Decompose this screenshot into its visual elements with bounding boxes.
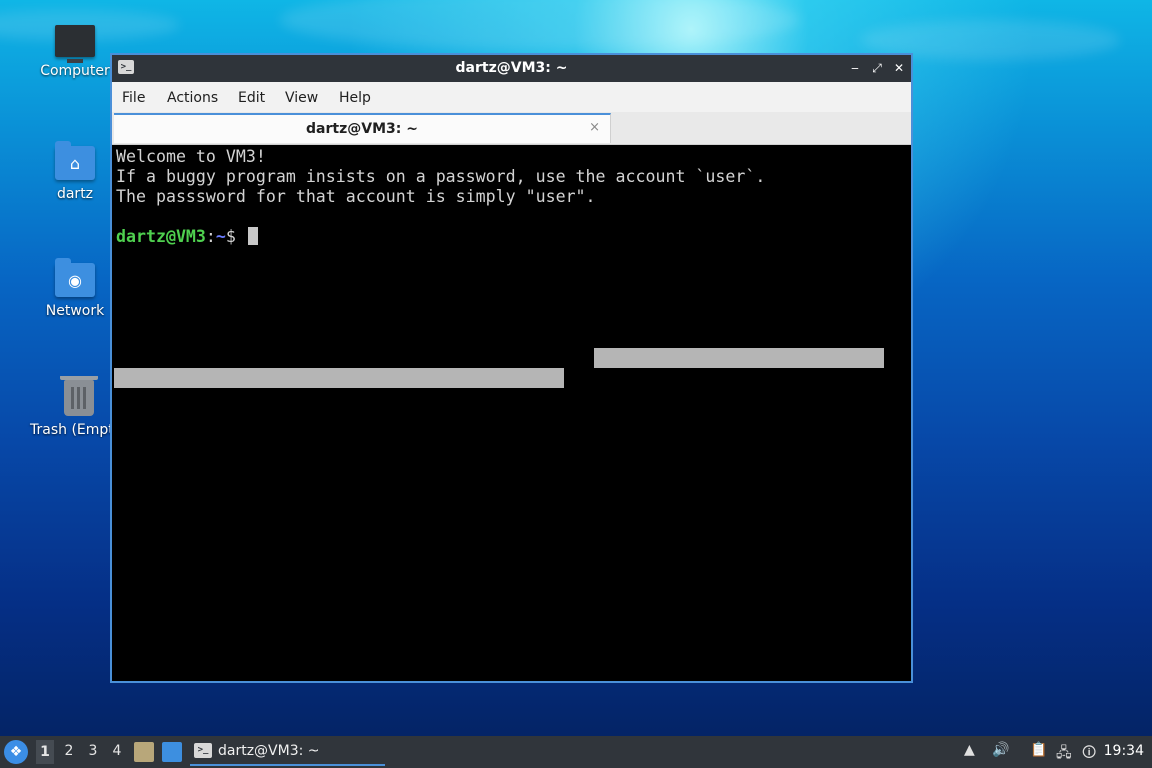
tray-expand-icon[interactable]: ▲ <box>964 742 975 758</box>
menu-file[interactable]: File <box>122 90 145 106</box>
maximize-button[interactable]: ⤢ <box>869 60 885 76</box>
computer-icon <box>55 25 95 63</box>
start-menu-button[interactable]: ❖ <box>4 740 28 764</box>
home-folder-icon: ⌂ <box>55 141 95 180</box>
trash-icon <box>60 376 98 416</box>
network-icon[interactable]: 🖧 <box>1056 742 1072 766</box>
clock[interactable]: 19:34 <box>1104 743 1144 759</box>
show-desktop-icon[interactable] <box>162 742 182 762</box>
text-cursor <box>247 227 258 245</box>
network-folder-icon: ◉ <box>55 258 95 297</box>
console-line: The passsword for that account is simply… <box>116 187 596 206</box>
terminal-task-icon: >_ <box>194 743 212 758</box>
volume-icon[interactable]: 🔊 <box>992 742 1009 758</box>
menu-edit[interactable]: Edit <box>238 90 265 106</box>
tab-close-icon[interactable]: × <box>589 120 600 135</box>
selection-highlight <box>114 368 564 388</box>
console-line: Welcome to VM3! <box>116 147 266 166</box>
menu-help[interactable]: Help <box>339 90 371 106</box>
prompt-separator: : <box>205 227 216 246</box>
window-titlebar[interactable]: >_ dartz@VM3: ~ ‒ ⤢ ✕ <box>112 55 911 82</box>
prompt-path: ~ <box>215 227 226 246</box>
prompt-user: dartz@VM3 <box>116 227 206 246</box>
workspace-4[interactable]: 4 <box>108 743 126 759</box>
menu-bar: File Actions Edit View Help <box>112 82 911 112</box>
workspace-1[interactable]: 1 <box>36 740 54 764</box>
water-highlight <box>280 0 800 50</box>
terminal-window[interactable]: >_ dartz@VM3: ~ ‒ ⤢ ✕ File Actions Edit … <box>110 53 913 683</box>
desktop-background: Computer ⌂ dartz ◉ Network Trash (Empt >… <box>0 0 1152 736</box>
notification-icon[interactable]: 🛈 <box>1082 742 1096 766</box>
workspace-2[interactable]: 2 <box>60 743 78 759</box>
close-button[interactable]: ✕ <box>891 60 907 76</box>
console-line: If a buggy program insists on a password… <box>116 167 766 186</box>
desktop-icon-label: Trash (Empt <box>30 422 114 438</box>
desktop-icon-trash[interactable]: Trash (Empt <box>20 376 120 438</box>
tab-bar: dartz@VM3: ~ × <box>112 112 911 145</box>
tab-label: dartz@VM3: ~ <box>306 121 418 137</box>
tab-terminal[interactable]: dartz@VM3: ~ × <box>114 113 611 143</box>
menu-view[interactable]: View <box>285 90 318 106</box>
window-title: dartz@VM3: ~ <box>455 60 568 76</box>
terminal-console[interactable]: Welcome to VM3! If a buggy program insis… <box>114 146 911 681</box>
taskbar-task-terminal[interactable]: >_ dartz@VM3: ~ <box>190 738 385 766</box>
prompt-symbol: $ <box>225 227 236 246</box>
task-label: dartz@VM3: ~ <box>218 743 320 759</box>
menu-actions[interactable]: Actions <box>167 90 218 106</box>
clipboard-icon[interactable]: 📋 <box>1030 742 1047 758</box>
selection-highlight <box>594 348 884 368</box>
file-manager-launcher-icon[interactable] <box>134 742 154 762</box>
minimize-button[interactable]: ‒ <box>847 60 863 76</box>
workspace-3[interactable]: 3 <box>84 743 102 759</box>
prompt-line: dartz@VM3:~$ <box>116 227 258 247</box>
taskbar: ❖ 1 2 3 4 >_ dartz@VM3: ~ ▲ 🔊 📋 🖧 🛈 19:3… <box>0 736 1152 768</box>
